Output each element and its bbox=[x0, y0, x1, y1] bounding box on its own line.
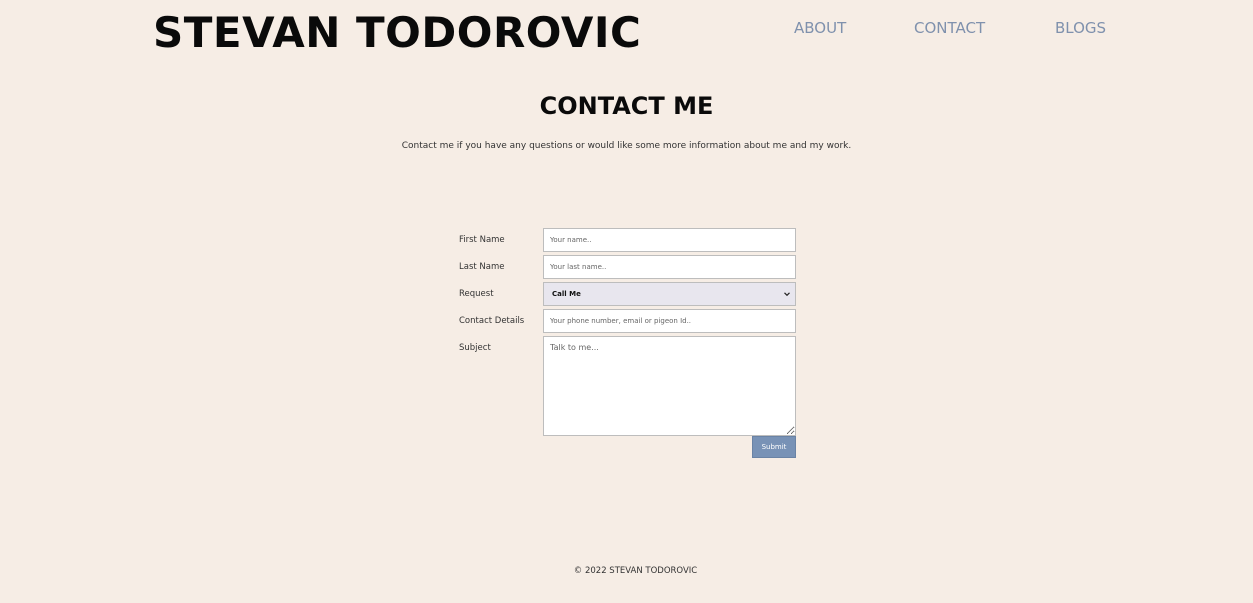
contact-details-input[interactable] bbox=[543, 309, 796, 333]
footer-copyright: © 2022 STEVAN TODOROVIC bbox=[573, 566, 698, 576]
main-nav: ABOUT CONTACT BLOGS bbox=[0, 18, 1253, 38]
nav-link-about[interactable]: ABOUT bbox=[794, 18, 846, 38]
page: STEVAN TODOROVIC ABOUT CONTACT BLOGS CON… bbox=[0, 0, 1253, 603]
last-name-input[interactable] bbox=[543, 255, 796, 279]
first-name-input[interactable] bbox=[543, 228, 796, 252]
last-name-label: Last Name bbox=[459, 262, 505, 272]
subject-label: Subject bbox=[459, 343, 491, 353]
submit-button[interactable]: Submit bbox=[752, 436, 796, 458]
request-select[interactable]: Call Me bbox=[543, 282, 796, 306]
contact-details-label: Contact Details bbox=[459, 316, 525, 326]
request-selected-value: Call Me bbox=[552, 290, 581, 298]
page-intro: Contact me if you have any questions or … bbox=[401, 141, 852, 151]
subject-textarea[interactable] bbox=[543, 336, 796, 436]
first-name-label: First Name bbox=[459, 235, 505, 245]
nav-link-blogs[interactable]: BLOGS bbox=[1055, 18, 1106, 38]
request-label: Request bbox=[459, 289, 494, 299]
page-title: CONTACT ME bbox=[539, 92, 714, 120]
chevron-down-icon bbox=[783, 290, 791, 298]
nav-link-contact[interactable]: CONTACT bbox=[914, 18, 985, 38]
